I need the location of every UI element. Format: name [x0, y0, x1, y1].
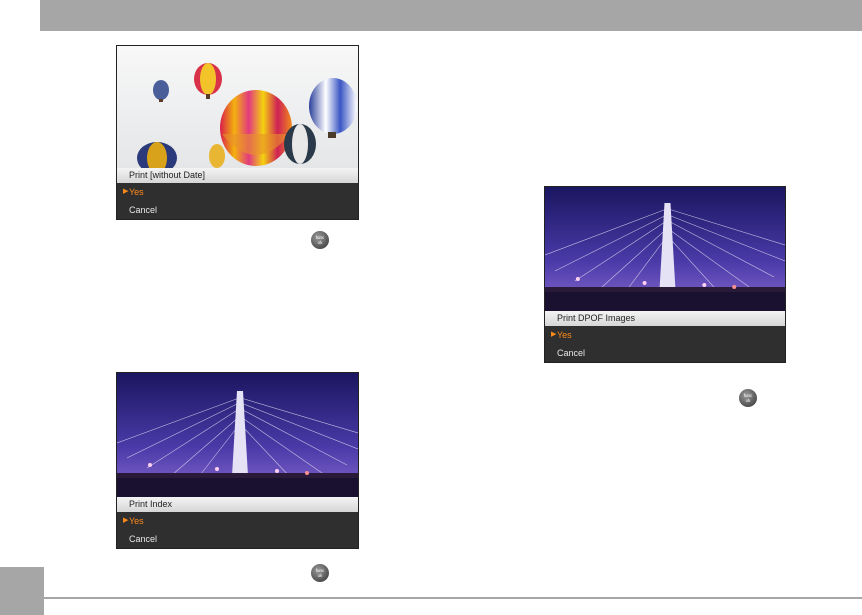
option-cancel[interactable]: Cancel [117, 530, 358, 548]
footer-rule [44, 597, 862, 599]
func-ok-button-icon: func ok [311, 231, 329, 249]
header-bar [40, 0, 862, 31]
camera-screen-print-index: Print Index ▶ Yes Cancel [116, 372, 359, 549]
option-cancel[interactable]: Cancel [545, 344, 785, 362]
option-yes[interactable]: ▶ Yes [117, 183, 358, 201]
menu-title: Print [without Date] [117, 168, 358, 183]
menu-title: Print DPOF Images [545, 311, 785, 326]
page-number-tab [0, 567, 44, 615]
selection-arrow-icon: ▶ [123, 188, 129, 195]
balloons-photo [117, 46, 358, 168]
selection-arrow-icon: ▶ [123, 517, 129, 524]
selection-arrow-icon: ▶ [551, 331, 557, 338]
func-ok-button-icon: func ok [739, 389, 757, 407]
option-cancel[interactable]: Cancel [117, 201, 358, 219]
option-yes[interactable]: ▶ Yes [117, 512, 358, 530]
menu-title: Print Index [117, 497, 358, 512]
camera-screen-print-without-date: Print [without Date] ▶ Yes Cancel [116, 45, 359, 220]
func-ok-button-icon: func ok [311, 564, 329, 582]
camera-screen-print-dpof: Print DPOF Images ▶ Yes Cancel [544, 186, 786, 363]
bridge-photo [545, 187, 785, 311]
option-yes[interactable]: ▶ Yes [545, 326, 785, 344]
bridge-photo [117, 373, 358, 497]
